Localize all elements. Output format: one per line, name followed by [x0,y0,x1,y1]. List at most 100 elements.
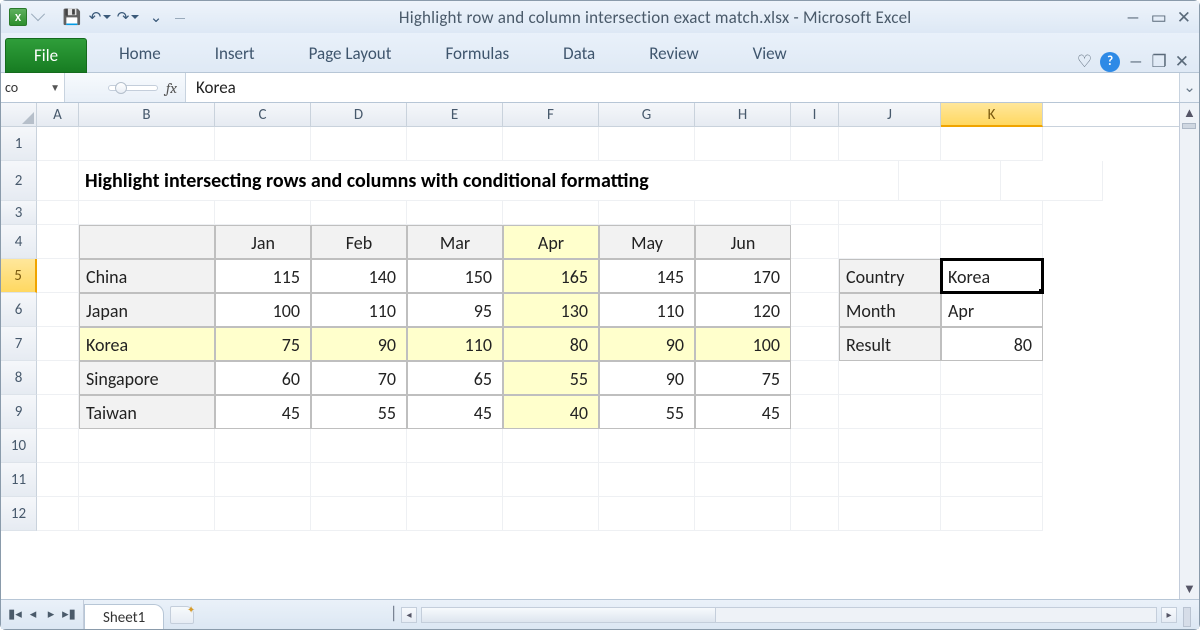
cell[interactable] [215,201,311,225]
cell[interactable] [79,127,215,161]
cell[interactable] [839,127,941,161]
col-header-I[interactable]: I [791,103,839,126]
cell[interactable] [695,127,791,161]
fx-icon[interactable]: fx [166,79,177,97]
col-header-H[interactable]: H [695,103,791,126]
cell[interactable] [695,201,791,225]
row-header-6[interactable]: 6 [1,293,37,327]
table-col-header[interactable]: Mar [407,225,503,259]
cell[interactable] [941,201,1043,225]
col-header-F[interactable]: F [503,103,599,126]
col-header-C[interactable]: C [215,103,311,126]
table-cell[interactable]: 110 [599,293,695,327]
table-cell[interactable]: 65 [407,361,503,395]
table-col-header[interactable]: May [599,225,695,259]
table-cell[interactable]: 60 [215,361,311,395]
cell[interactable] [407,201,503,225]
cell[interactable] [311,127,407,161]
cell[interactable] [215,429,311,463]
redo-icon[interactable]: ↷ [119,8,137,26]
table-row-header[interactable]: Korea [79,327,215,361]
hscroll-thumb[interactable] [422,608,716,622]
cell[interactable] [839,429,941,463]
cell[interactable] [79,201,215,225]
row-header-9[interactable]: 9 [1,395,37,429]
row-header-2[interactable]: 2 [1,161,37,201]
table-cell[interactable]: 55 [503,361,599,395]
table-cell[interactable]: 95 [407,293,503,327]
cell[interactable] [839,201,941,225]
table-cell[interactable]: 110 [407,327,503,361]
cell[interactable] [791,429,839,463]
cell[interactable] [791,259,839,293]
table-cell[interactable]: 90 [599,327,695,361]
horizontal-scrollbar[interactable]: ⎮ ◂ ▸ [200,600,1199,629]
ribbon-minimize-icon[interactable]: ♡ [1077,51,1092,72]
col-header-A[interactable]: A [37,103,79,126]
cell[interactable] [215,497,311,531]
cell[interactable] [791,127,839,161]
col-header-G[interactable]: G [599,103,695,126]
col-header-K[interactable]: K [941,103,1043,127]
cell[interactable] [791,327,839,361]
col-header-J[interactable]: J [839,103,941,126]
sheet-nav-prev-icon[interactable]: ◂ [25,607,41,622]
table-corner[interactable] [79,225,215,259]
sheet-nav-first-icon[interactable]: ▮◂ [7,607,23,622]
row-header-10[interactable]: 10 [1,429,37,463]
table-cell[interactable]: 100 [695,327,791,361]
tab-formulas[interactable]: Formulas [423,35,531,72]
cell[interactable] [791,463,839,497]
table-col-header[interactable]: Feb [311,225,407,259]
undo-icon[interactable]: ↶ [91,8,109,26]
cell[interactable] [37,225,79,259]
file-tab[interactable]: File [5,38,87,73]
formula-input[interactable]: Korea [185,73,1179,102]
cell[interactable] [791,361,839,395]
table-cell[interactable]: 45 [695,395,791,429]
table-cell[interactable]: 100 [215,293,311,327]
cell[interactable] [503,429,599,463]
new-sheet-icon[interactable] [170,606,194,624]
row-header-7[interactable]: 7 [1,327,37,361]
sheet-title[interactable]: Highlight intersecting rows and columns … [79,161,899,201]
table-cell[interactable]: 55 [599,395,695,429]
cell[interactable] [941,497,1043,531]
table-cell[interactable]: 170 [695,259,791,293]
cell[interactable] [839,225,941,259]
table-cell[interactable]: 145 [599,259,695,293]
tab-home[interactable]: Home [97,35,183,72]
cell[interactable] [79,429,215,463]
cell[interactable] [37,463,79,497]
cell[interactable] [79,463,215,497]
cell[interactable] [791,225,839,259]
row-header-11[interactable]: 11 [1,463,37,497]
cell[interactable] [37,429,79,463]
workbook-restore-icon[interactable]: ❐ [1152,51,1167,72]
grid-rows[interactable]: 1 2 Highlight intersecting rows and colu… [1,127,1179,599]
table-cell[interactable]: 80 [503,327,599,361]
hscroll-track[interactable] [421,607,1157,623]
split-handle-icon[interactable] [1182,123,1196,129]
cell[interactable] [839,361,941,395]
cell[interactable] [791,497,839,531]
table-row-header[interactable]: China [79,259,215,293]
cell[interactable] [791,293,839,327]
cell[interactable] [311,429,407,463]
scroll-up-icon[interactable]: ▲ [1183,105,1196,121]
select-all-triangle[interactable] [1,103,37,126]
table-cell[interactable]: 115 [215,259,311,293]
scroll-down-icon[interactable]: ▼ [1183,581,1196,597]
table-col-header[interactable]: Apr [503,225,599,259]
cell[interactable] [599,429,695,463]
minimize-icon[interactable]: ― [1125,9,1140,26]
row-header-3[interactable]: 3 [1,201,37,225]
table-col-header[interactable]: Jun [695,225,791,259]
excel-app-icon[interactable]: X [9,8,27,26]
cell[interactable] [503,497,599,531]
lookup-value-result[interactable]: 80 [941,327,1043,361]
table-col-header[interactable]: Jan [215,225,311,259]
cell[interactable] [37,201,79,225]
hsplit-handle-icon[interactable] [1183,607,1191,627]
row-header-4[interactable]: 4 [1,225,37,259]
